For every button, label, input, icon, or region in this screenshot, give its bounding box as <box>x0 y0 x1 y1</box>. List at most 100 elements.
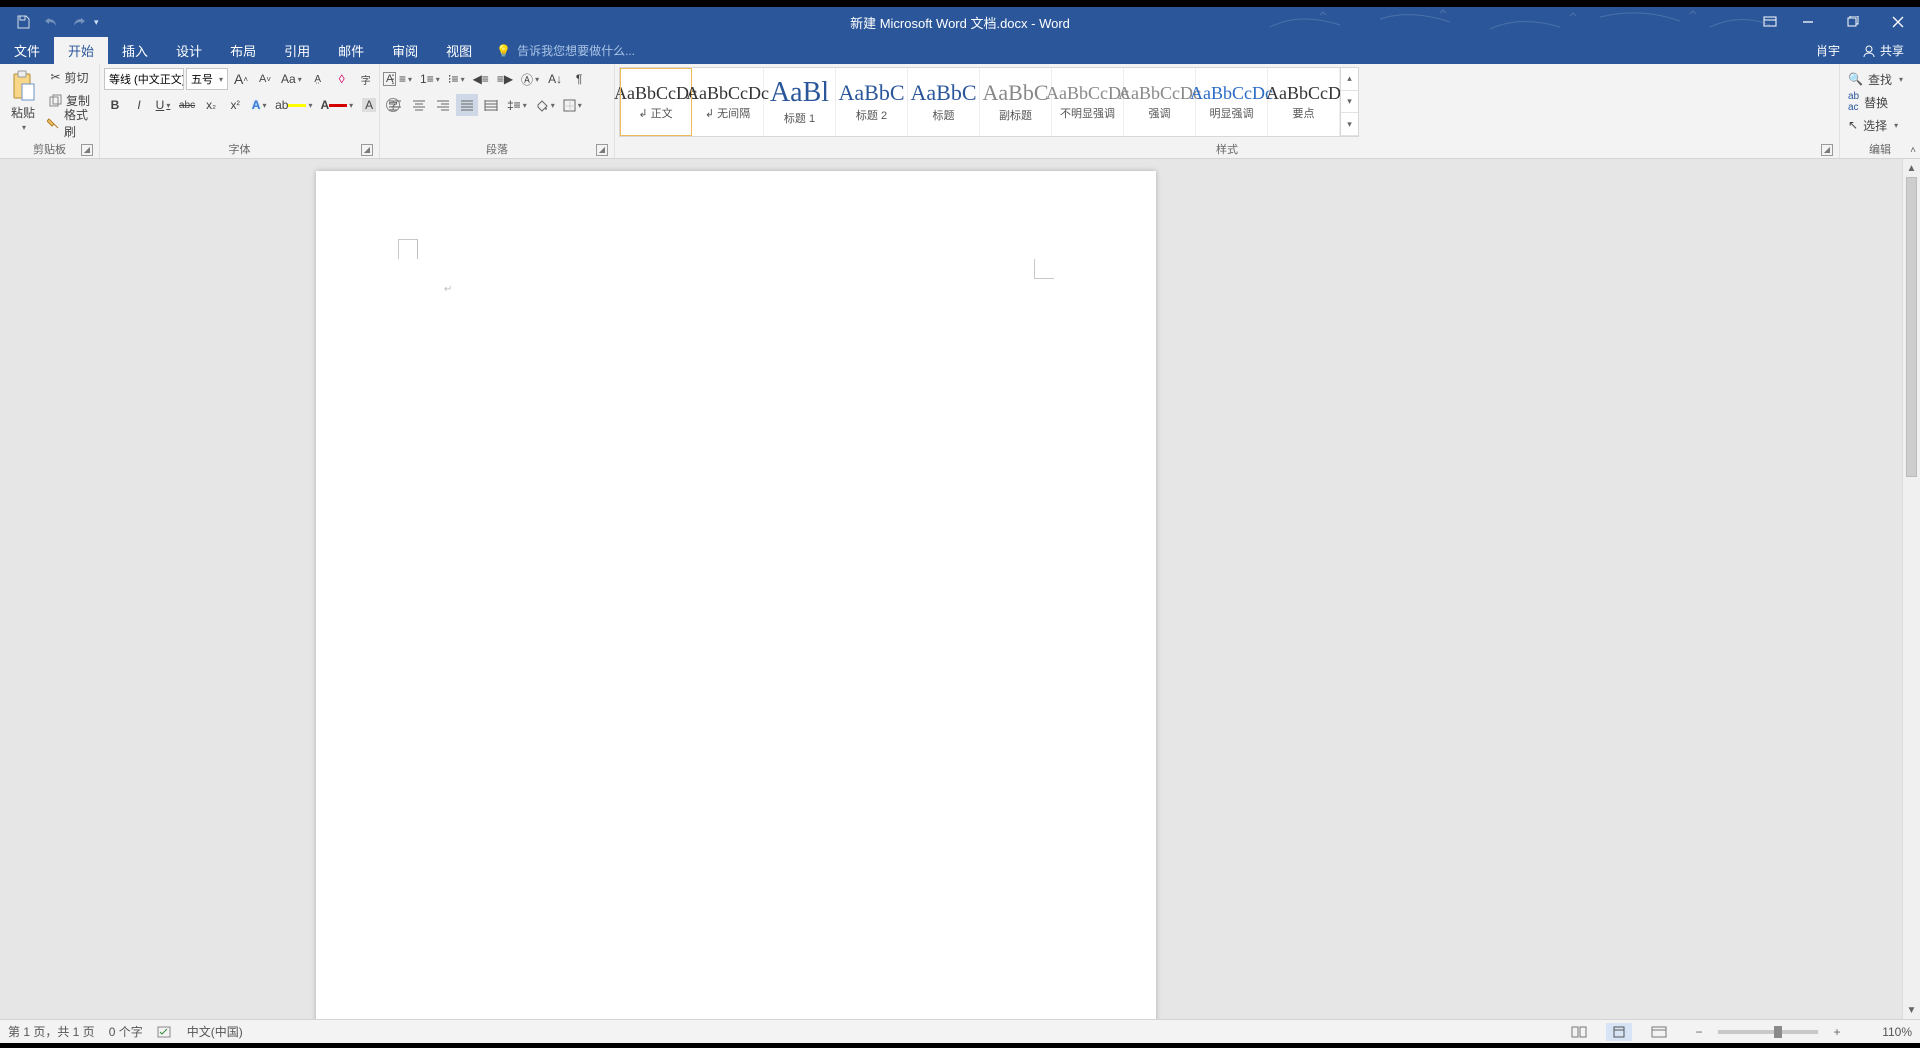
style-不明显强调[interactable]: AaBbCcDc不明显强调 <box>1052 68 1124 136</box>
scroll-down-icon[interactable]: ▼ <box>1903 1001 1920 1019</box>
strikethrough-button[interactable]: abc <box>176 94 198 116</box>
align-right-button[interactable] <box>432 94 454 116</box>
page-number[interactable]: 第 1 页，共 1 页 <box>8 1023 95 1040</box>
ribbon-options-icon[interactable] <box>1755 7 1785 37</box>
dialog-launcher-icon[interactable]: ◢ <box>1821 144 1833 156</box>
shading-button[interactable]: ▾ <box>532 94 558 116</box>
spellcheck-icon[interactable] <box>157 1025 173 1039</box>
text-effects-button[interactable]: A▾ <box>248 94 270 116</box>
vertical-scrollbar[interactable]: ▲ ▼ <box>1902 159 1920 1019</box>
underline-button[interactable]: U▾ <box>152 94 174 116</box>
tell-me[interactable]: 💡 告诉我您想要做什么... <box>486 37 635 64</box>
style-标题 1[interactable]: AaBl标题 1 <box>764 68 836 136</box>
style-副标题[interactable]: AaBbC副标题 <box>980 68 1052 136</box>
find-button[interactable]: 🔍查找▾ <box>1844 68 1907 90</box>
superscript-button[interactable]: x² <box>224 94 246 116</box>
styles-more[interactable]: ▴▾▾ <box>1340 68 1358 136</box>
bold-button[interactable]: B <box>104 94 126 116</box>
margin-marker <box>1034 259 1054 279</box>
bullets-button[interactable]: ⋮≡▾ <box>384 68 415 90</box>
tab-insert[interactable]: 插入 <box>108 37 162 64</box>
dialog-launcher-icon[interactable]: ◢ <box>81 144 93 156</box>
zoom-in-button[interactable]: + <box>1824 1023 1850 1041</box>
increase-indent-button[interactable]: ≡▶ <box>494 68 516 90</box>
enclose-characters-button[interactable]: 字 <box>355 68 377 90</box>
user-name[interactable]: 肖宇 <box>1808 42 1848 59</box>
font-size-combo[interactable]: 五号▾ <box>186 68 228 90</box>
tab-home[interactable]: 开始 <box>54 37 108 64</box>
redo-icon[interactable] <box>66 9 92 35</box>
zoom-out-button[interactable]: − <box>1686 1023 1712 1041</box>
font-color-button[interactable]: A▾ <box>318 94 357 116</box>
tab-view[interactable]: 视图 <box>432 37 486 64</box>
group-styles: AaBbCcDc↲ 正文AaBbCcDc↲ 无间隔AaBl标题 1AaBbC标题… <box>615 64 1840 158</box>
dialog-launcher-icon[interactable]: ◢ <box>596 144 608 156</box>
chevron-down-icon[interactable]: ▾ <box>1341 91 1358 114</box>
highlight-button[interactable]: ab▾ <box>272 94 315 116</box>
justify-button[interactable] <box>456 94 478 116</box>
close-button[interactable] <box>1875 7 1920 37</box>
page[interactable]: ↵ <box>316 171 1156 1019</box>
scroll-thumb[interactable] <box>1906 177 1917 477</box>
style-无间隔[interactable]: AaBbCcDc↲ 无间隔 <box>692 68 764 136</box>
word-count[interactable]: 0 个字 <box>109 1023 143 1040</box>
undo-icon[interactable] <box>38 9 64 35</box>
style-强调[interactable]: AaBbCcDc强调 <box>1124 68 1196 136</box>
numbering-icon: 1≡ <box>420 72 434 86</box>
expand-gallery-icon[interactable]: ▾ <box>1341 113 1358 136</box>
style-正文[interactable]: AaBbCcDc↲ 正文 <box>620 68 692 136</box>
dialog-launcher-icon[interactable]: ◢ <box>361 144 373 156</box>
italic-button[interactable]: I <box>128 94 150 116</box>
replace-button[interactable]: abac替换 <box>1844 91 1892 113</box>
numbering-button[interactable]: 1≡▾ <box>417 68 443 90</box>
align-left-button[interactable] <box>384 94 406 116</box>
language-status[interactable]: 中文(中国) <box>187 1023 243 1040</box>
style-标题 2[interactable]: AaBbC标题 2 <box>836 68 908 136</box>
qat-customize-icon[interactable]: ▾ <box>94 17 108 28</box>
sort-button[interactable]: A↓ <box>544 68 566 90</box>
cut-button[interactable]: ✂剪切 <box>44 66 95 88</box>
group-editing-label: 编辑 <box>1869 141 1891 157</box>
phonetic-guide-button[interactable]: A̤ <box>307 68 329 90</box>
shrink-font-button[interactable]: A˅ <box>254 68 276 90</box>
style-标题[interactable]: AaBbC标题 <box>908 68 980 136</box>
paste-button[interactable]: 粘贴 ▾ <box>4 66 42 136</box>
web-layout-button[interactable] <box>1646 1023 1672 1041</box>
style-要点[interactable]: AaBbCcD要点 <box>1268 68 1340 136</box>
zoom-slider-thumb[interactable] <box>1774 1026 1782 1038</box>
line-spacing-button[interactable]: ‡≡▾ <box>504 94 530 116</box>
select-button[interactable]: ↖选择▾ <box>1844 114 1902 136</box>
font-name-combo[interactable]: 等线 (中文正文)▾ <box>104 68 184 90</box>
show-marks-button[interactable]: ¶ <box>568 68 590 90</box>
print-layout-button[interactable] <box>1606 1023 1632 1041</box>
multilevel-button[interactable]: ⁝≡▾ <box>445 68 468 90</box>
decrease-indent-button[interactable]: ◀≡ <box>470 68 492 90</box>
save-icon[interactable] <box>10 9 36 35</box>
zoom-slider[interactable] <box>1718 1030 1818 1034</box>
borders-button[interactable]: ▾ <box>560 94 585 116</box>
distributed-button[interactable] <box>480 94 502 116</box>
char-shading-button[interactable]: A <box>358 94 380 116</box>
asian-layout-button[interactable]: Ⓐ▾ <box>518 68 542 90</box>
subscript-button[interactable]: x₂ <box>200 94 222 116</box>
grow-font-button[interactable]: A˄ <box>230 68 252 90</box>
clear-formatting-button[interactable]: ◊ <box>331 68 353 90</box>
read-mode-button[interactable] <box>1566 1023 1592 1041</box>
tab-layout[interactable]: 布局 <box>216 37 270 64</box>
chevron-up-icon[interactable]: ▴ <box>1341 68 1358 91</box>
tab-file[interactable]: 文件 <box>0 37 54 64</box>
tab-review[interactable]: 审阅 <box>378 37 432 64</box>
maximize-button[interactable] <box>1830 7 1875 37</box>
zoom-level[interactable]: 110% <box>1864 1025 1912 1039</box>
tab-references[interactable]: 引用 <box>270 37 324 64</box>
tab-design[interactable]: 设计 <box>162 37 216 64</box>
share-button[interactable]: 共享 <box>1852 40 1914 62</box>
minimize-button[interactable] <box>1785 7 1830 37</box>
format-painter-button[interactable]: 格式刷 <box>44 112 95 134</box>
collapse-ribbon-icon[interactable]: ˄ <box>1910 145 1916 156</box>
change-case-button[interactable]: Aa▾ <box>278 68 305 90</box>
align-center-button[interactable] <box>408 94 430 116</box>
scroll-up-icon[interactable]: ▲ <box>1903 159 1920 177</box>
style-明显强调[interactable]: AaBbCcDc明显强调 <box>1196 68 1268 136</box>
tab-mailings[interactable]: 邮件 <box>324 37 378 64</box>
